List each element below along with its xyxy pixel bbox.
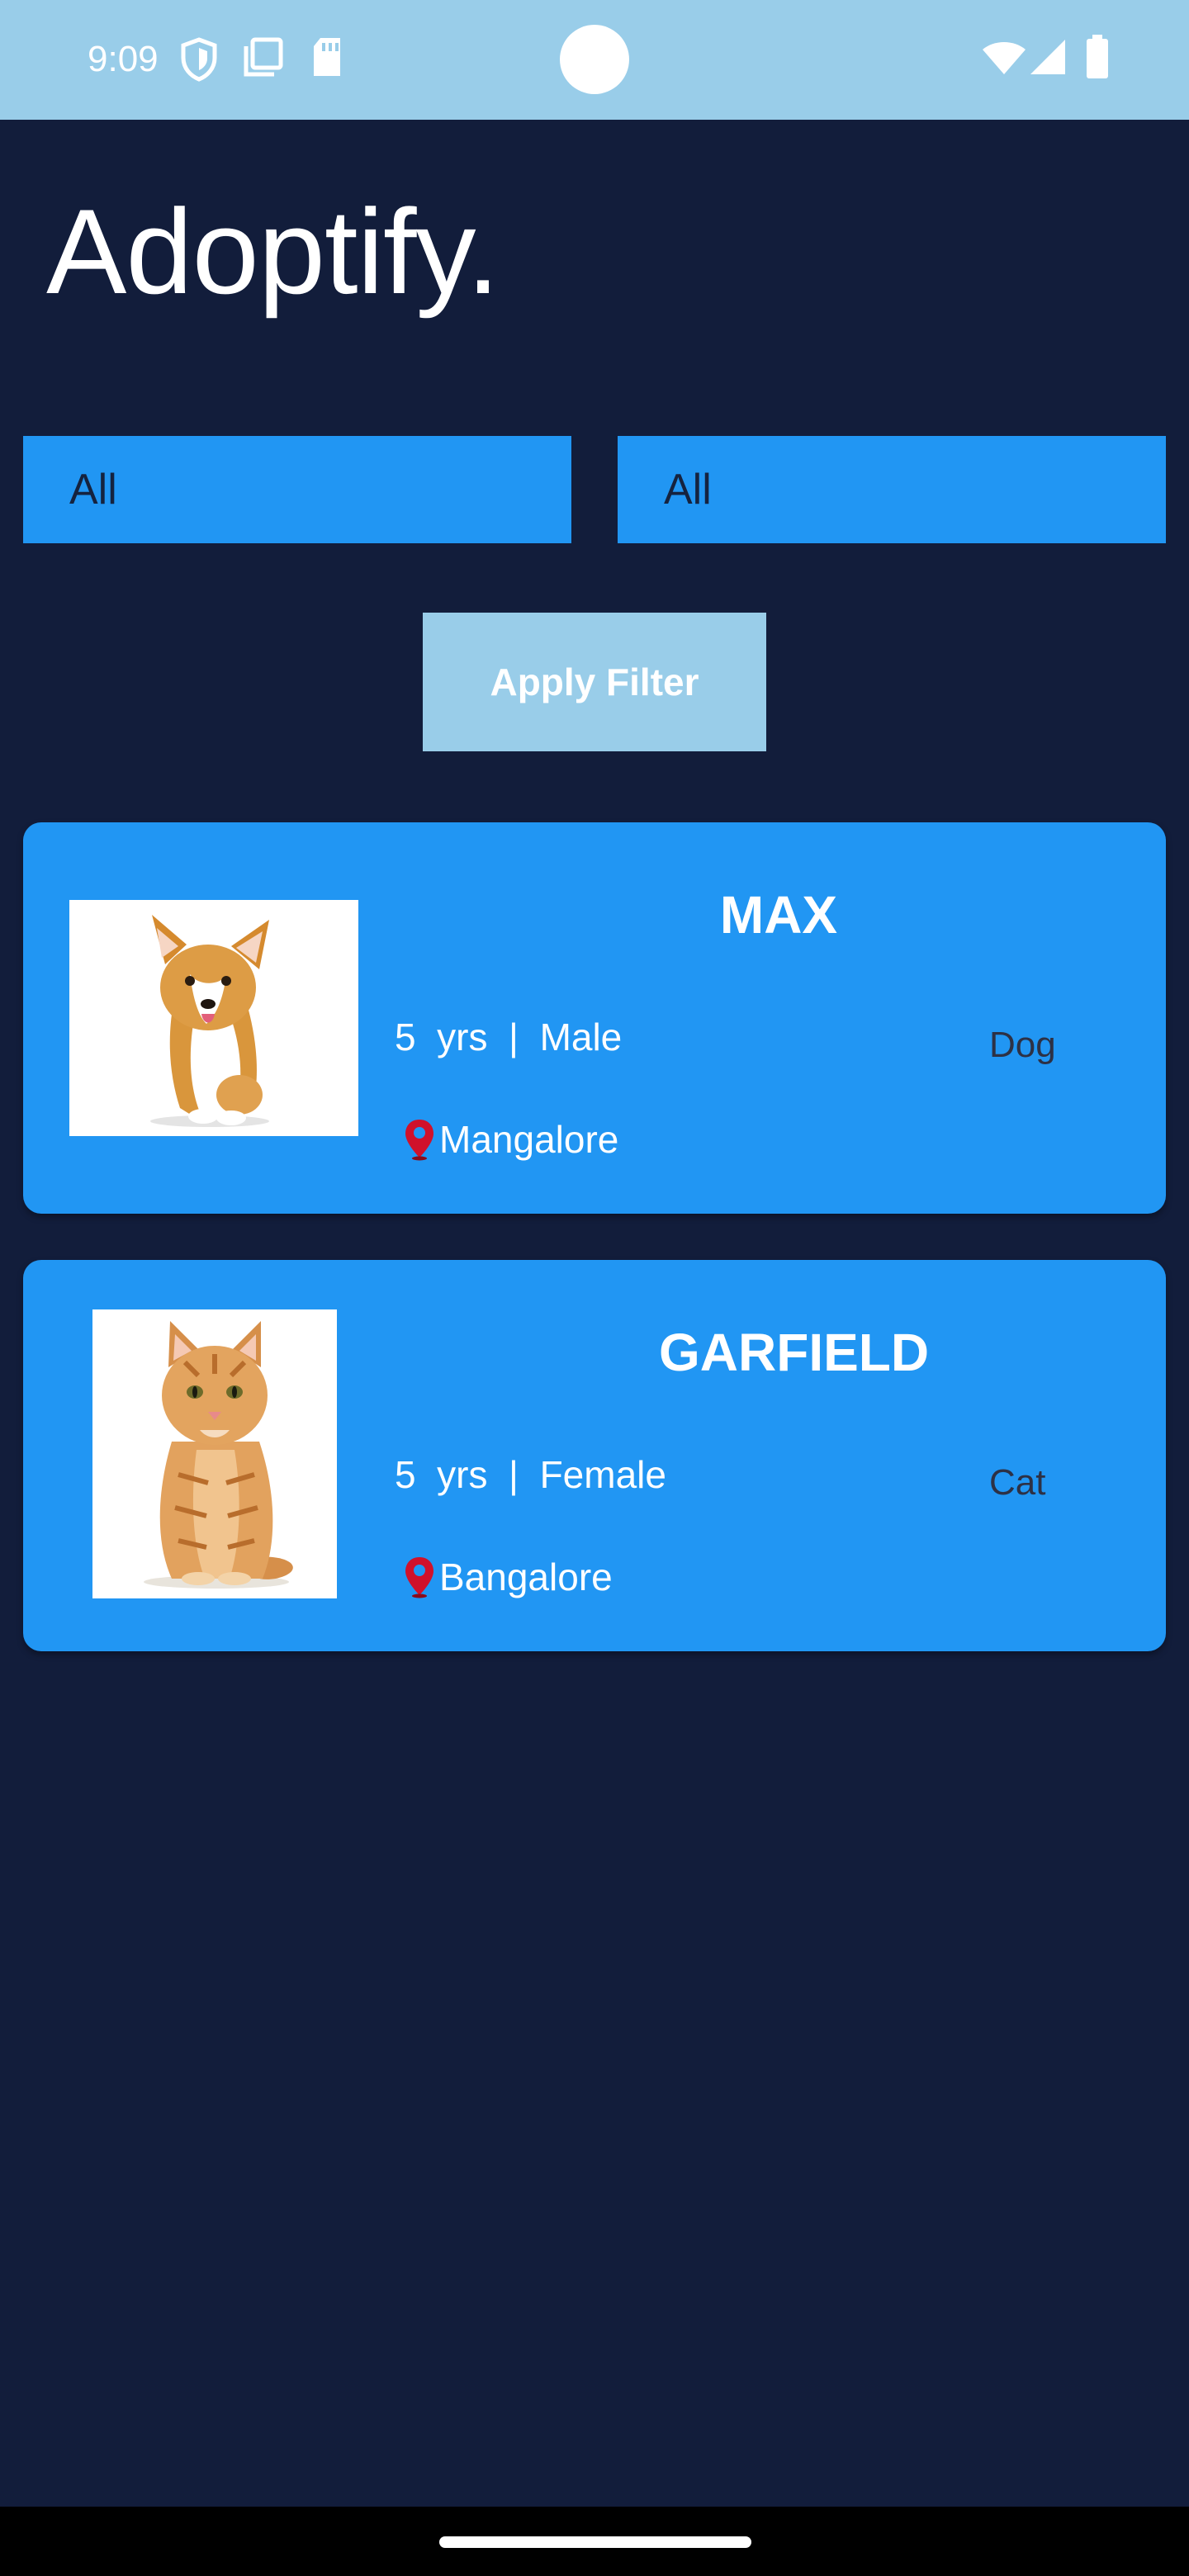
location-pin-icon	[405, 1557, 433, 1598]
location-filter[interactable]: All	[618, 436, 1166, 543]
pet-location-text: Bangalore	[439, 1556, 613, 1598]
sd-card-icon	[314, 38, 340, 76]
pet-gender: Male	[539, 1016, 623, 1058]
app-title: Adoptify.	[46, 184, 500, 319]
shield-icon	[181, 37, 217, 82]
pet-gender: Female	[539, 1453, 666, 1496]
pet-name: MAX	[719, 885, 838, 945]
battery-icon	[1087, 35, 1108, 78]
pet-location: Mangalore	[403, 1113, 618, 1166]
apply-filter-button[interactable]: Apply Filter	[423, 613, 766, 751]
pet-location: Bangalore	[403, 1551, 613, 1603]
copy-icon	[244, 37, 283, 77]
pet-age: 5	[395, 1453, 416, 1496]
home-indicator[interactable]	[439, 2536, 751, 2548]
pet-details: 5 yrs | Female	[395, 1453, 666, 1496]
pet-age-unit: yrs	[437, 1016, 488, 1058]
pet-details: 5 yrs | Male	[395, 1016, 623, 1058]
corgi-puppy-photo	[69, 900, 358, 1136]
pet-type: Dog	[989, 1025, 1056, 1065]
pet-card[interactable]: GARFIELD 5 yrs | Female Cat Bangalore	[23, 1260, 1166, 1651]
pet-name: GARFIELD	[659, 1323, 930, 1382]
pet-type: Cat	[989, 1462, 1046, 1503]
ginger-kitten-photo	[92, 1309, 337, 1598]
pet-age: 5	[395, 1016, 416, 1058]
signal-icon	[1030, 40, 1065, 74]
status-bar: 9:09	[0, 0, 1189, 120]
navigation-bar	[0, 2507, 1189, 2576]
location-pin-icon	[405, 1120, 433, 1161]
pet-location-text: Mangalore	[439, 1118, 619, 1161]
pet-age-unit: yrs	[437, 1453, 488, 1496]
status-time: 9:09	[88, 39, 159, 79]
pet-type-filter[interactable]: All	[23, 436, 571, 543]
camera-cutout	[560, 25, 629, 94]
pet-card[interactable]: MAX 5 yrs | Male Dog Mangalore	[23, 822, 1166, 1214]
wifi-icon	[983, 42, 1026, 74]
